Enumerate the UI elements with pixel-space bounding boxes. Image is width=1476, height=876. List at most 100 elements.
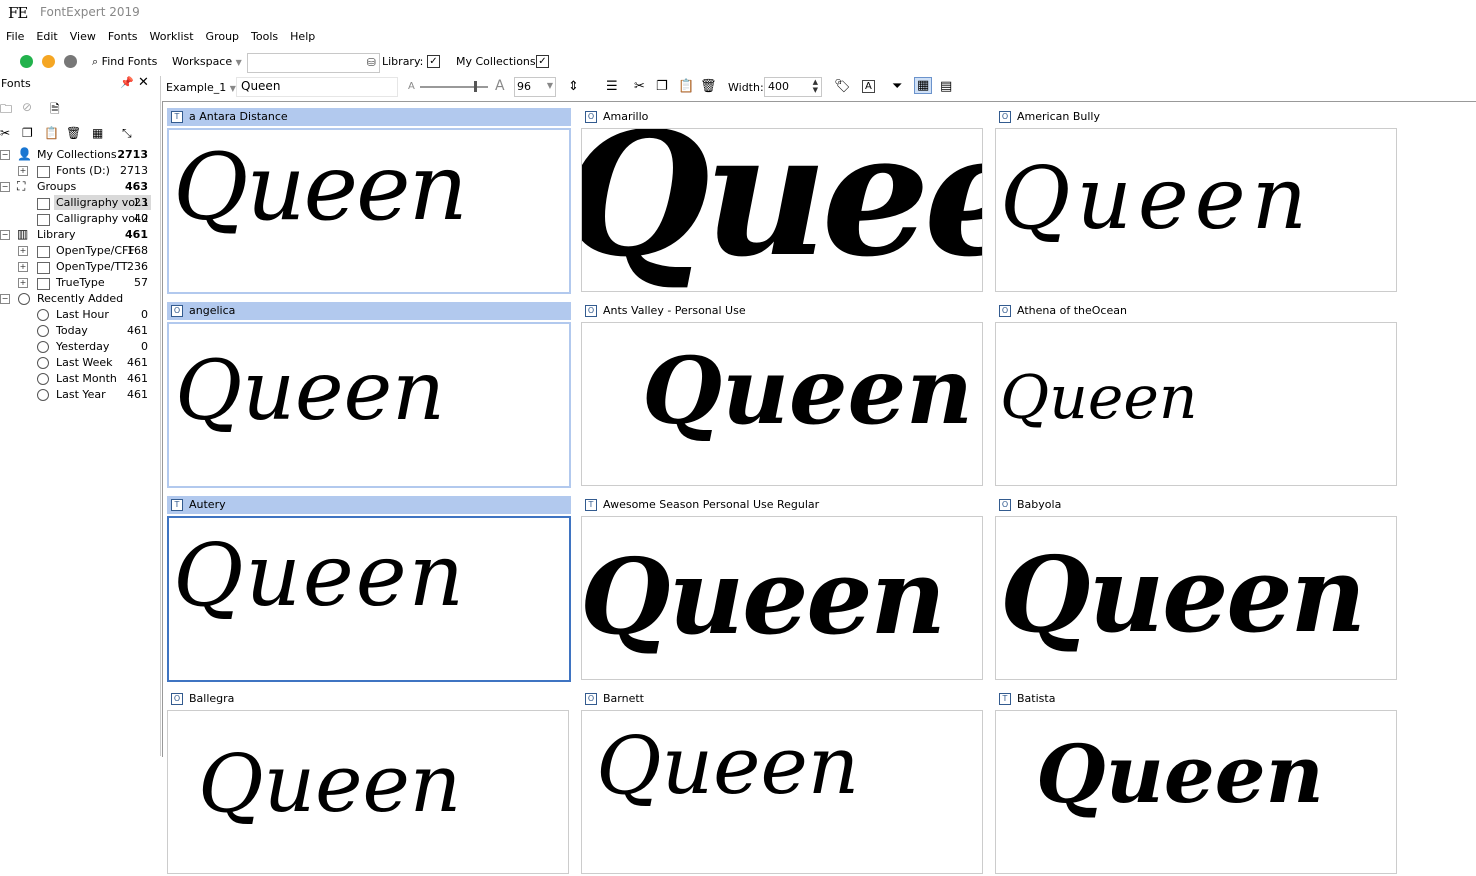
filter-icon[interactable]: ⏷ [892,79,902,94]
font-card[interactable]: O Athena of theOcean Queen [995,302,1401,488]
menu-tools[interactable]: Tools [245,28,284,45]
menu-worklist[interactable]: Worklist [144,28,200,45]
tree-item-opentype-cff[interactable]: + OpenType/CFF 168 [0,243,158,259]
table-view-icon[interactable]: ▤ [940,79,952,94]
sample-text-input[interactable]: Queen [236,77,398,97]
orange-status-icon[interactable] [42,55,55,68]
example-dropdown[interactable]: Example_1 ▼ [166,81,236,94]
pin-icon[interactable]: 📌 [120,76,134,89]
user-icon: 👤 [17,147,32,161]
chevron-down-icon: ▼ [229,84,236,93]
font-sample-area: Queen [581,710,983,874]
menu-view[interactable]: View [64,28,102,45]
font-sample: Queen [1000,533,1366,656]
font-name: Ants Valley - Personal Use [603,304,746,317]
tree-item-last-hour[interactable]: Last Hour 0 [0,307,158,323]
font-card[interactable]: O American Bully Queen [995,108,1401,294]
font-card[interactable]: O Ants Valley - Personal Use Queen [581,302,987,488]
library-checkbox[interactable]: ✓ [427,55,440,68]
tree-item-opentype-tt[interactable]: + OpenType/TT 236 [0,259,158,275]
expand-icon[interactable]: + [18,262,28,272]
font-card[interactable]: O Babyola Queen [995,496,1401,682]
tree-item-groups[interactable]: − ⛶ Groups 463 [0,179,158,195]
delete-icon[interactable]: 🗑 [700,79,717,94]
tree-item-my-collections[interactable]: − 👤 My Collections 2713 [0,147,158,163]
collapse-icon[interactable]: − [0,182,10,192]
expand-icon[interactable]: + [18,166,28,176]
font-card[interactable]: T Batista Queen [995,690,1401,876]
grid-view-icon[interactable]: ▦ [914,77,933,94]
export-list-icon[interactable]: ☰ [606,79,618,94]
green-status-icon[interactable] [20,55,33,68]
tree-item-last-year[interactable]: Last Year 461 [0,387,158,403]
font-sample: Queen [581,535,946,658]
font-card-header: T a Antara Distance [167,108,571,126]
new-group-icon[interactable]: 🗎 [50,100,60,121]
collapse-icon[interactable]: − [0,230,10,240]
delete-icon[interactable]: 🗑 [66,126,81,140]
tree-item-calligraphy-vol1[interactable]: Calligraphy vol.1 23 [0,195,158,211]
expand-icon[interactable]: + [18,278,28,288]
menu-help[interactable]: Help [284,28,321,45]
font-card[interactable]: O Ballegra Queen [167,690,573,876]
slider-thumb[interactable] [474,81,477,92]
font-type-icon: T [999,693,1011,705]
line-spacing-icon[interactable]: ⇕ [568,79,579,94]
big-a-icon: A [495,78,505,94]
folder-icon [37,278,50,290]
menu-file[interactable]: File [0,28,30,45]
stepper-down-icon[interactable]: ▼ [813,86,818,94]
menu-group[interactable]: Group [200,28,246,45]
font-card[interactable]: T Autery Queen [167,496,573,682]
font-sample: Queen [1000,149,1314,249]
menu-edit[interactable]: Edit [30,28,63,45]
grid-add-icon[interactable]: ▦ [92,126,103,140]
collapse-icon[interactable]: − [0,150,10,160]
tree-item-last-month[interactable]: Last Month 461 [0,371,158,387]
tag-icon[interactable]: 🏷 [834,79,851,94]
font-card[interactable]: O Barnett Queen [581,690,987,876]
tree-item-today[interactable]: Today 461 [0,323,158,339]
tree-item-library[interactable]: − ▥ Library 461 [0,227,158,243]
my-collections-checkbox[interactable]: ✓ [536,55,549,68]
find-fonts-button[interactable]: ⌕ Find Fonts [92,55,157,69]
tree-item-truetype[interactable]: + TrueType 57 [0,275,158,291]
font-card[interactable]: O angelica Queen [167,302,573,488]
group-icon [37,214,50,226]
font-card[interactable]: T Awesome Season Personal Use Regular Qu… [581,496,987,682]
font-card[interactable]: T a Antara Distance Queen [167,108,573,294]
gray-status-icon[interactable] [64,55,77,68]
copy-icon[interactable]: ❐ [656,79,668,94]
collapse-icon[interactable]: − [0,294,10,304]
font-sample: Queen [581,128,982,292]
search-combo-input[interactable]: ⛁ [247,53,380,73]
tree-item-last-week[interactable]: Last Week 461 [0,355,158,371]
font-name: Batista [1017,692,1056,705]
stepper-up-icon[interactable]: ▲ [813,78,818,86]
width-stepper[interactable]: 400 ▲ ▼ [764,77,822,97]
font-card[interactable]: O Amarillo Queen [581,108,987,294]
copy-icon[interactable]: ❐ [22,126,33,140]
tree-item-recently-added[interactable]: − Recently Added [0,291,158,307]
paste-icon[interactable]: 📋 [44,126,59,140]
remove-icon[interactable]: ⊘ [22,100,32,114]
font-card-header: O American Bully [995,108,1399,126]
tree-item-yesterday[interactable]: Yesterday 0 [0,339,158,355]
font-tree: − 👤 My Collections 2713 + Fonts (D:) 271… [0,147,158,477]
size-combo[interactable]: 96 ▼ [514,77,556,97]
add-folder-icon[interactable]: 🗀 [0,100,12,121]
paste-icon[interactable]: 📋 [678,79,694,94]
workspace-dropdown[interactable]: Workspace ▼ [172,55,242,68]
cut-icon[interactable]: ✂ [634,79,645,94]
size-slider[interactable] [420,81,488,92]
font-name: Autery [189,498,226,511]
tree-item-fonts-d[interactable]: + Fonts (D:) 2713 [0,163,158,179]
tree-item-calligraphy-vol2[interactable]: Calligraphy vol.2 40 [0,211,158,227]
font-sample: Queen [596,719,860,812]
cut-icon[interactable]: ✂ [0,126,10,140]
expand-icon[interactable]: + [18,246,28,256]
close-icon[interactable]: ✕ [138,75,149,90]
link-icon[interactable]: ⤡ [122,126,132,141]
text-style-icon[interactable]: A [862,80,875,93]
menu-fonts[interactable]: Fonts [102,28,144,45]
